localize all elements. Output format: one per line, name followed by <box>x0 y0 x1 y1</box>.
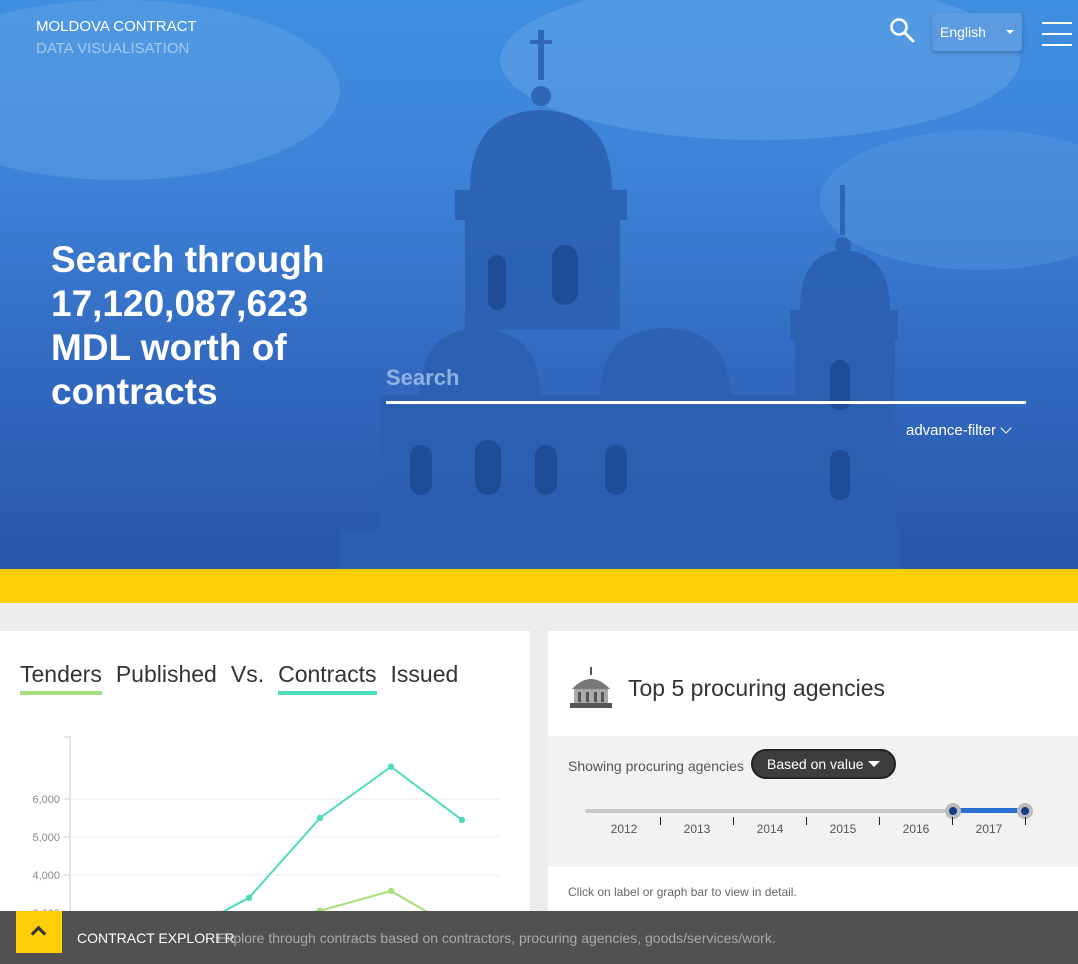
agency-filter-bar: Showing procuring agencies Based on valu… <box>548 736 1078 867</box>
slider-tick <box>952 817 953 825</box>
advance-filter-toggle[interactable]: advance-filter <box>906 422 1012 439</box>
y-tick-label: 4,000 <box>32 870 60 882</box>
hero-banner: MOLDOVA CONTRACT DATA VISUALISATION Engl… <box>0 0 1078 569</box>
contracts-legend-label[interactable]: Contracts <box>278 661 377 695</box>
slider-tick <box>1025 817 1026 825</box>
chart-title: Tenders Published Vs. Contracts Issued <box>20 661 472 695</box>
slider-tick <box>660 817 661 825</box>
contract-explorer-bar: CONTRACT EXPLORER Explore through contra… <box>0 911 1078 964</box>
search-input[interactable] <box>386 356 1026 400</box>
expand-explorer-button[interactable] <box>16 911 62 953</box>
government-building-icon <box>570 667 612 708</box>
explorer-description: Explore through contracts based on contr… <box>217 930 776 946</box>
title-word-vs: Vs. <box>230 661 265 687</box>
slider-tick <box>733 817 734 825</box>
chevron-down-icon <box>1000 422 1012 434</box>
agencies-title: Top 5 procuring agencies <box>628 675 885 701</box>
language-value: English <box>940 24 986 40</box>
explorer-title[interactable]: CONTRACT EXPLORER <box>77 930 235 946</box>
caret-down-icon <box>868 761 880 767</box>
data-point-contracts <box>316 814 324 822</box>
year-label-2013[interactable]: 2013 <box>677 822 717 836</box>
year-range-slider[interactable]: 2012 2013 2014 2015 2016 2017 <box>585 803 1033 846</box>
slider-tick <box>879 817 880 825</box>
search-icon[interactable] <box>888 16 916 44</box>
based-on-value: Based on value <box>767 756 864 772</box>
year-label-2017[interactable]: 2017 <box>969 822 1009 836</box>
year-label-2016[interactable]: 2016 <box>896 822 936 836</box>
site-brand[interactable]: MOLDOVA CONTRACT DATA VISUALISATION <box>36 16 197 60</box>
hamburger-menu-icon[interactable] <box>1042 22 1072 48</box>
y-tick-label: 6,000 <box>32 794 60 806</box>
caret-down-icon <box>1006 30 1014 34</box>
slider-tick <box>806 817 807 825</box>
brand-title: MOLDOVA CONTRACT <box>36 18 197 35</box>
y-tick-label: 5,000 <box>32 832 60 844</box>
year-label-2015[interactable]: 2015 <box>823 822 863 836</box>
data-point-contracts <box>245 894 253 901</box>
accent-band <box>0 569 1078 603</box>
detail-hint: Click on label or graph bar to view in d… <box>568 885 797 899</box>
tenders-legend-label[interactable]: Tenders <box>20 661 102 695</box>
slider-selected-range <box>953 808 1025 813</box>
hero-headline: Search through 17,120,087,623 MDL worth … <box>51 238 381 414</box>
headline-line-1: Search through <box>51 239 325 280</box>
data-point-tenders <box>387 887 395 895</box>
headline-line-3: MDL worth of <box>51 327 287 368</box>
title-word-published: Published <box>115 661 217 687</box>
chevron-up-icon <box>30 925 47 942</box>
slider-start-handle[interactable] <box>945 803 961 819</box>
advance-filter-label: advance-filter <box>906 422 997 439</box>
search-box[interactable] <box>386 356 1026 404</box>
year-label-2014[interactable]: 2014 <box>750 822 790 836</box>
language-select[interactable]: English <box>932 13 1022 51</box>
headline-line-2: 17,120,087,623 <box>51 283 309 324</box>
headline-line-4: contracts <box>51 371 218 412</box>
brand-subtitle: DATA VISUALISATION <box>36 40 190 57</box>
based-on-dropdown[interactable]: Based on value <box>751 749 896 779</box>
data-point-contracts <box>387 763 395 770</box>
year-label-2012[interactable]: 2012 <box>604 822 644 836</box>
data-point-contracts <box>458 816 466 824</box>
title-word-issued: Issued <box>390 661 459 687</box>
showing-label: Showing procuring agencies <box>568 758 744 774</box>
